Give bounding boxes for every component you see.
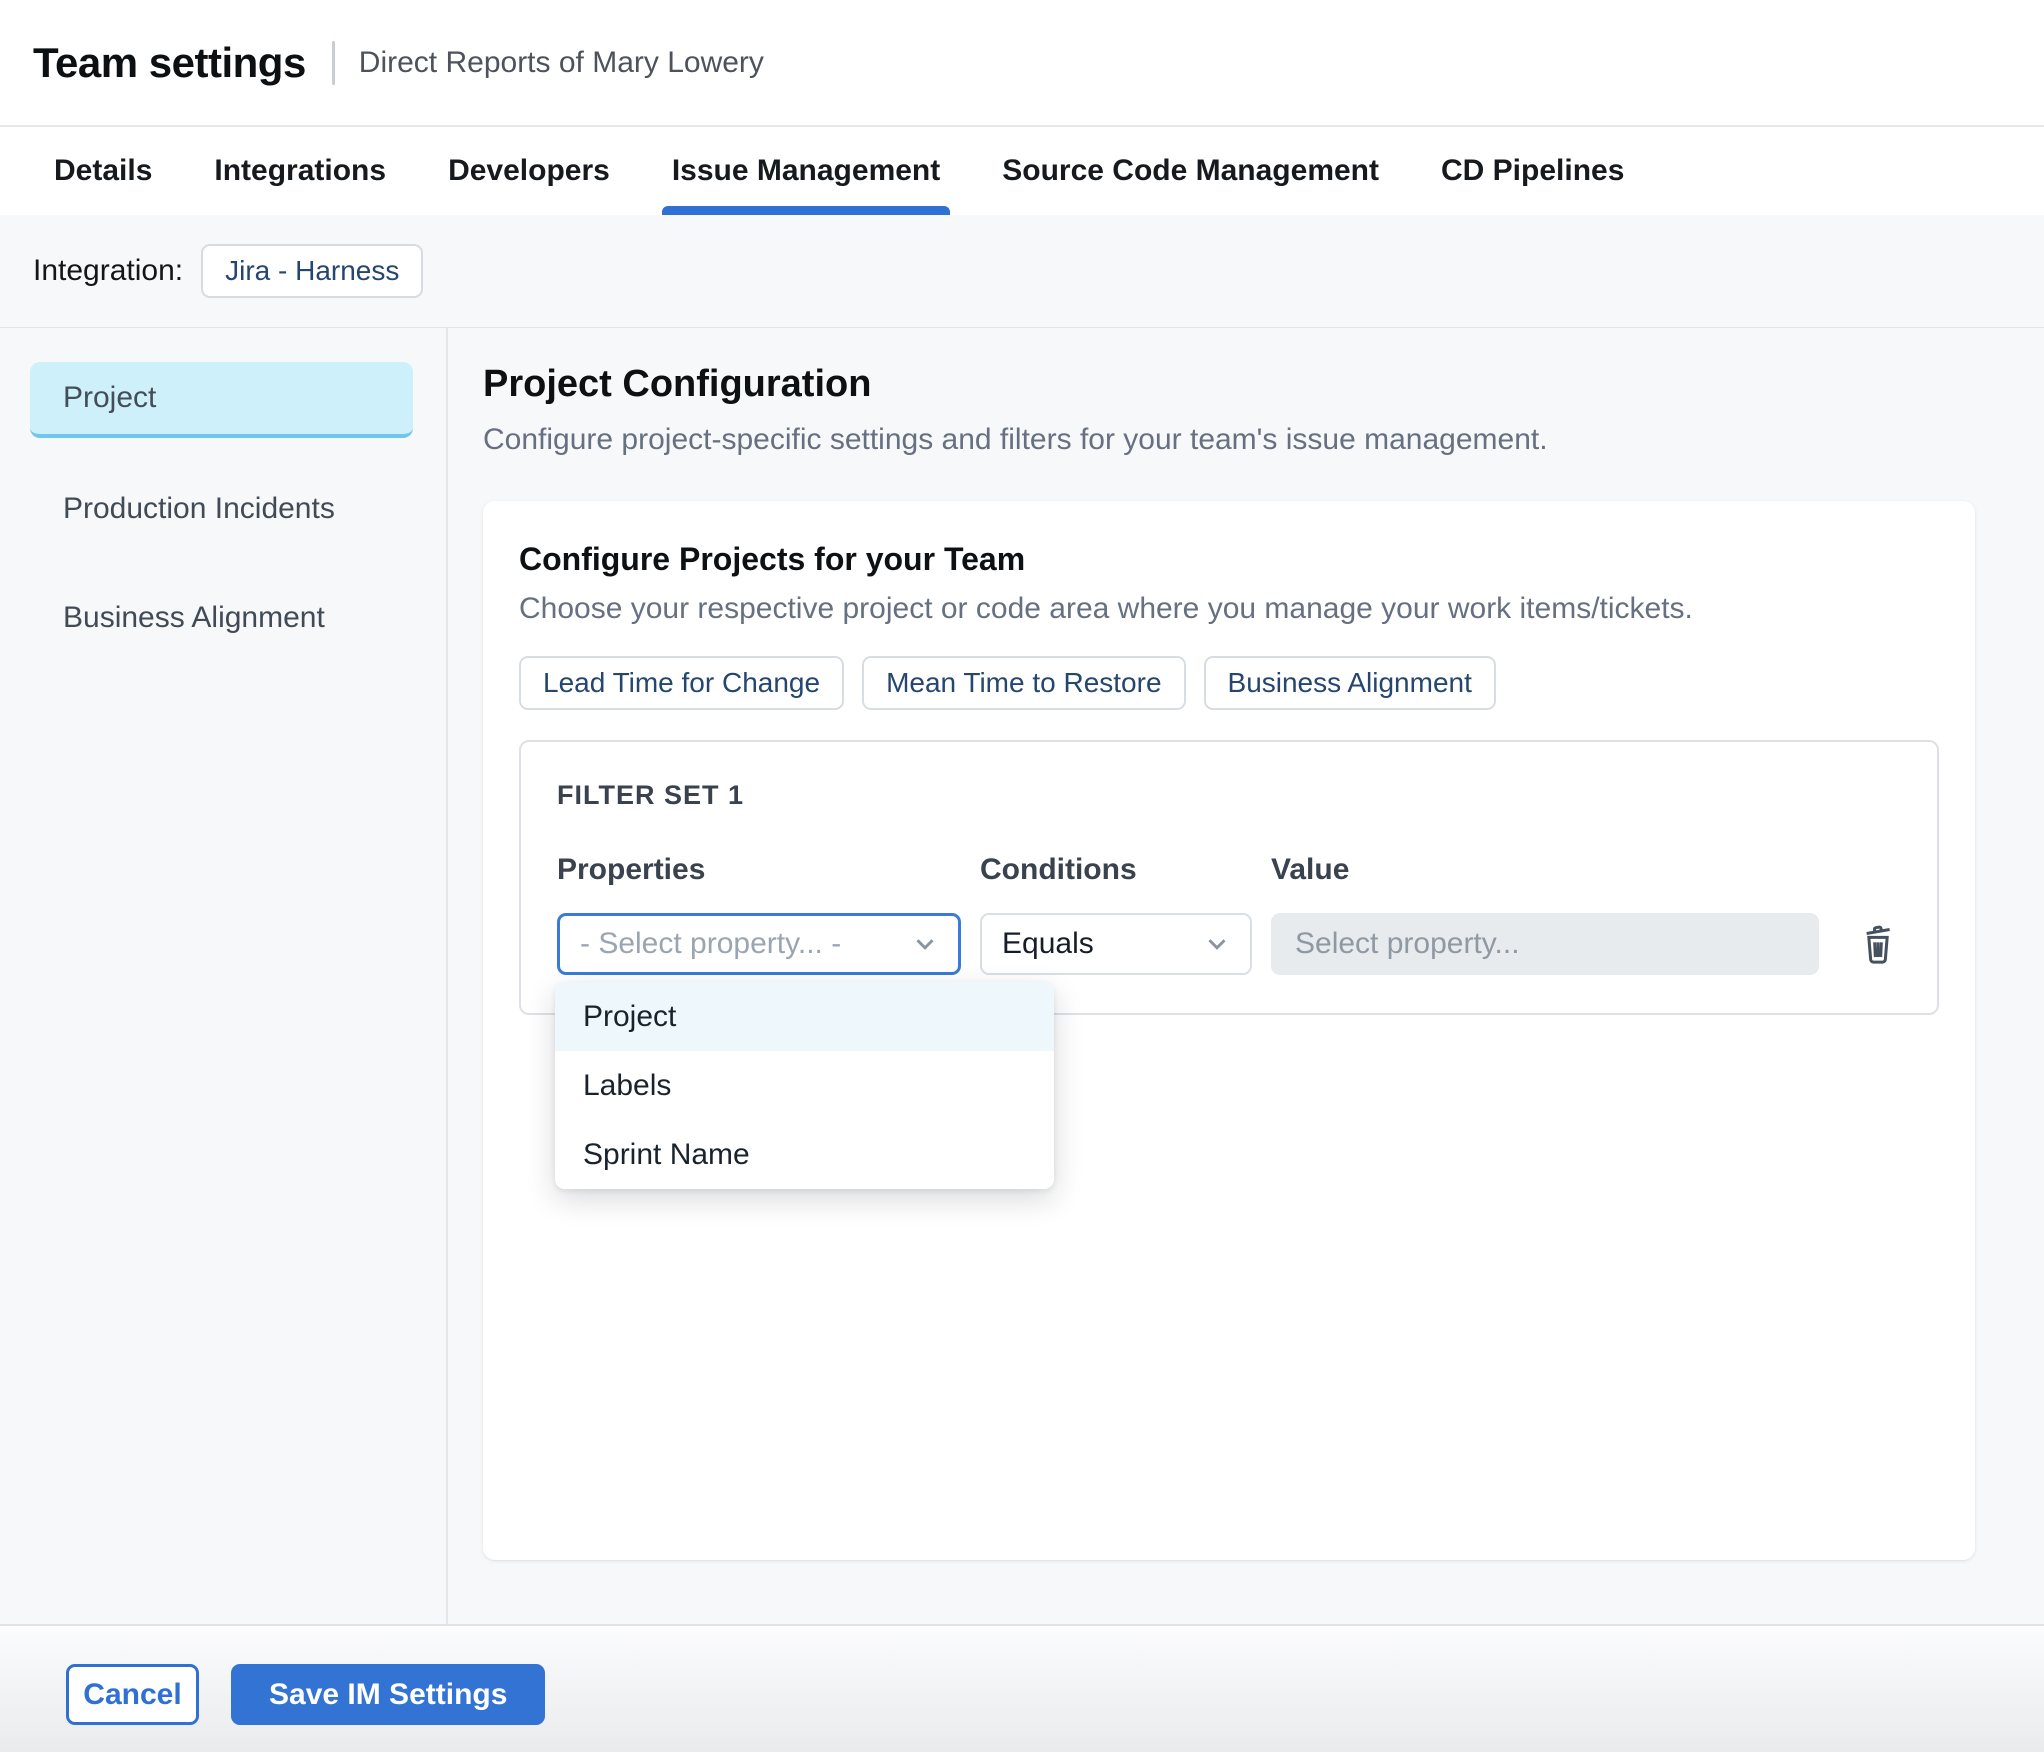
tab-label: Details [54, 154, 153, 187]
tab-label: Integrations [214, 154, 387, 187]
sidebar-item-label: Business Alignment [63, 601, 325, 634]
sidebar-item-business-alignment[interactable]: Business Alignment [30, 580, 413, 656]
delete-filter-button[interactable] [1852, 916, 1904, 972]
tab-label: Issue Management [671, 154, 941, 187]
menu-item-sprint-name[interactable]: Sprint Name [555, 1120, 1054, 1189]
filter-set-1: FILTER SET 1 Properties Conditions Value… [519, 740, 1939, 1189]
metric-tab-lead-time-for-change[interactable]: Lead Time for Change [519, 656, 845, 710]
column-header-value: Value [1271, 853, 1350, 886]
issue-management-content: Integration: Jira - Harness Project Prod… [0, 215, 2044, 1624]
menu-item-project[interactable]: Project [555, 982, 1054, 1051]
chevron-down-icon [1208, 939, 1226, 950]
metric-tab-mean-time-to-restore[interactable]: Mean Time to Restore [862, 656, 1186, 710]
property-select-wrap: - Select property... - Project Labels Sp… [555, 913, 1054, 1189]
tab-details[interactable]: Details [44, 127, 162, 215]
tab-label: CD Pipelines [1441, 154, 1625, 187]
tab-issue-management[interactable]: Issue Management [661, 127, 951, 215]
section-title: Project Configuration [483, 363, 872, 405]
property-select-placeholder: - Select property... - [580, 927, 842, 960]
project-configuration-panel: Project Configuration Configure project-… [448, 328, 2044, 1624]
sidebar-item-label: Production Incidents [63, 492, 335, 525]
card-title: Configure Projects for your Team [519, 541, 1026, 577]
tab-source-code-management[interactable]: Source Code Management [992, 127, 1389, 215]
cancel-button[interactable]: Cancel [66, 1664, 199, 1725]
team-settings-page: Team settings Direct Reports of Mary Low… [0, 0, 2044, 1752]
tab-cd-pipelines[interactable]: CD Pipelines [1431, 127, 1634, 215]
tab-developers[interactable]: Developers [438, 127, 620, 215]
condition-select-wrap: Equals [980, 913, 1252, 975]
value-input[interactable] [1271, 913, 1819, 975]
tab-label: Developers [448, 154, 610, 187]
integration-row: Integration: Jira - Harness [0, 215, 2044, 327]
sidebar-item-label: Project [63, 381, 157, 414]
integration-chip[interactable]: Jira - Harness [201, 244, 424, 298]
condition-select-value: Equals [1002, 927, 1094, 960]
save-im-settings-button[interactable]: Save IM Settings [231, 1664, 546, 1725]
footer-action-bar: Cancel Save IM Settings [0, 1624, 2044, 1752]
active-tab-underline [661, 206, 951, 215]
menu-item-labels[interactable]: Labels [555, 1051, 1054, 1120]
sidebar-item-production-incidents[interactable]: Production Incidents [30, 471, 413, 547]
card-description: Choose your respective project or code a… [519, 592, 1693, 625]
property-options-menu: Project Labels Sprint Name [555, 982, 1054, 1189]
page-title: Team settings [33, 38, 306, 86]
chevron-down-icon [916, 939, 934, 950]
page-subtitle: Direct Reports of Mary Lowery [358, 45, 764, 79]
page-header: Team settings Direct Reports of Mary Low… [0, 0, 2044, 125]
title-separator [331, 40, 335, 85]
tab-integrations[interactable]: Integrations [204, 127, 396, 215]
filter-set-title: FILTER SET 1 [557, 780, 745, 810]
settings-tab-bar: Details Integrations Developers Issue Ma… [0, 125, 2044, 215]
sidebar-item-project[interactable]: Project [30, 362, 413, 438]
column-header-properties: Properties [557, 853, 706, 886]
metric-tab-row: Lead Time for Change Mean Time to Restor… [519, 656, 1939, 710]
tab-label: Source Code Management [1002, 154, 1379, 187]
filter-grid: Properties Conditions Value - Select pro… [555, 853, 1904, 1189]
integration-label: Integration: [33, 254, 184, 287]
metric-tab-business-alignment[interactable]: Business Alignment [1203, 656, 1496, 710]
configure-projects-card: Configure Projects for your Team Choose … [483, 501, 1975, 1560]
column-header-conditions: Conditions [980, 853, 1137, 886]
settings-sidebar: Project Production Incidents Business Al… [0, 328, 448, 1624]
section-description: Configure project-specific settings and … [483, 423, 1548, 456]
condition-select[interactable]: Equals [980, 913, 1252, 975]
trash-icon [1866, 925, 1890, 964]
property-select[interactable]: - Select property... - [557, 913, 961, 975]
